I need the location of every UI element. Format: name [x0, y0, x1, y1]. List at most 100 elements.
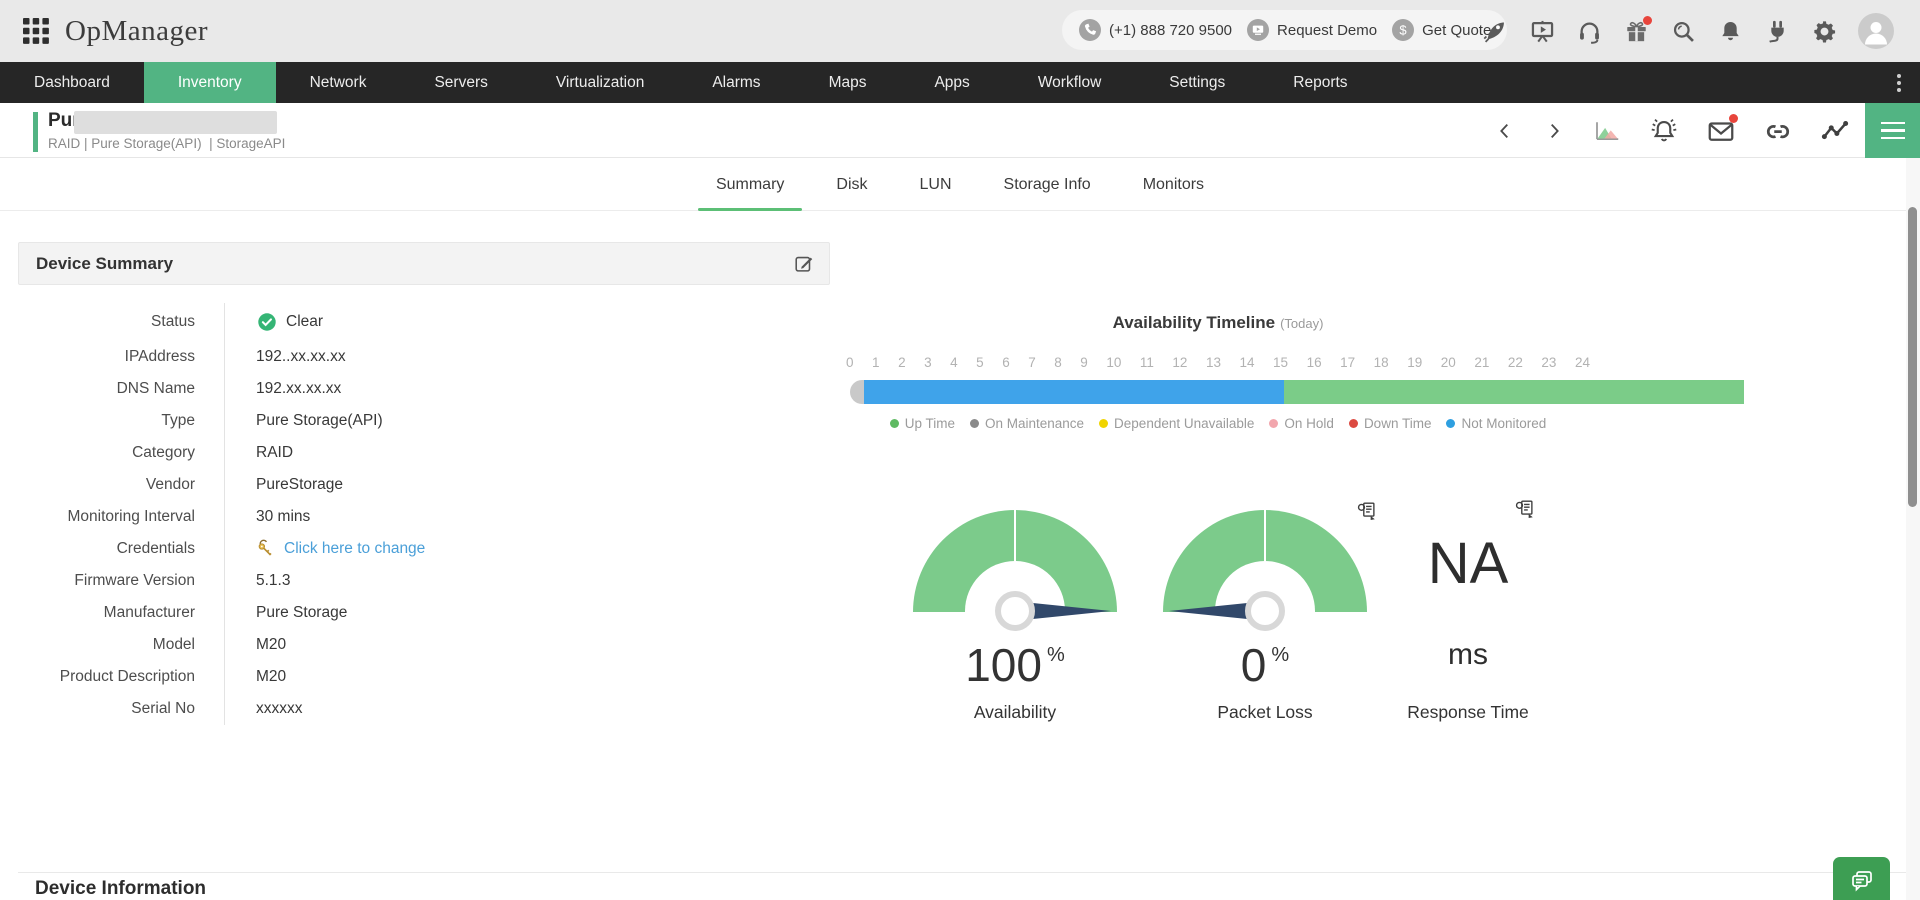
tabs-row: Summary Disk LUN Storage Info Monitors [0, 158, 1920, 211]
report-icon[interactable] [1514, 498, 1536, 520]
availability-label: Availability [913, 702, 1117, 723]
legend-dot [1446, 419, 1455, 428]
device-menu-button[interactable] [1865, 103, 1920, 158]
presentation-icon[interactable] [1529, 18, 1556, 45]
timeline-subtitle: (Today) [1280, 316, 1323, 331]
hour-tick: 23 [1541, 355, 1556, 370]
nav-item-network[interactable]: Network [276, 62, 401, 103]
field-value-text: 30 mins [256, 508, 310, 526]
nav-item-maps[interactable]: Maps [795, 62, 901, 103]
mail-icon[interactable] [1706, 116, 1736, 146]
link-icon[interactable] [1763, 116, 1793, 146]
topbar-icons [1482, 0, 1894, 62]
field-label: Firmware Version [18, 572, 224, 590]
get-quote-label: Get Quote [1422, 22, 1491, 39]
field-row-monitoring-interval: Monitoring Interval 30 mins [18, 501, 830, 533]
device-accent-bar [33, 112, 38, 152]
legend-dot [970, 419, 979, 428]
chat-button[interactable] [1833, 857, 1890, 900]
topbar: OpManager (+1) 888 720 9500 Request Demo… [0, 0, 1920, 62]
gift-icon[interactable] [1623, 18, 1650, 45]
user-avatar[interactable] [1858, 13, 1894, 49]
chevron-right-icon[interactable] [1543, 120, 1565, 142]
hour-tick: 6 [1002, 355, 1010, 370]
scrollbar-thumb[interactable] [1908, 207, 1917, 507]
request-demo-link[interactable]: Request Demo [1246, 18, 1377, 42]
edit-icon[interactable] [793, 253, 815, 275]
field-label: Serial No [18, 700, 224, 718]
response-time-value: NA [1366, 530, 1570, 597]
response-time-unit: ms [1366, 638, 1570, 672]
status-badge: Clear [286, 313, 323, 331]
legend-item: Down Time [1349, 416, 1432, 431]
field-value: M20 [224, 661, 830, 693]
nav-item-virtualization[interactable]: Virtualization [522, 62, 678, 103]
performance-chart-icon[interactable] [1592, 116, 1622, 146]
hour-tick: 4 [950, 355, 958, 370]
field-value-text: 5.1.3 [256, 572, 290, 590]
nav-item-alarms[interactable]: Alarms [678, 62, 794, 103]
nav-overflow-menu-icon[interactable] [1890, 62, 1908, 103]
redacted-device-name [74, 111, 277, 134]
field-row-dns-name: DNS Name 192.xx.xx.xx [18, 373, 830, 405]
tab-storage-info[interactable]: Storage Info [1000, 158, 1095, 211]
gauge-tick [1014, 510, 1016, 561]
field-row-model: Model M20 [18, 629, 830, 661]
field-value: 5.1.3 [224, 565, 830, 597]
nav-item-settings[interactable]: Settings [1135, 62, 1259, 103]
availability-timeline-title: Availability Timeline(Today) [846, 313, 1590, 333]
get-quote-link[interactable]: $ Get Quote [1391, 18, 1491, 42]
report-icon[interactable] [1356, 500, 1378, 522]
field-value: 192..xx.xx.xx [224, 341, 830, 373]
tab-lun[interactable]: LUN [916, 158, 956, 211]
nav-item-inventory[interactable]: Inventory [144, 62, 276, 103]
alarm-bell-icon[interactable] [1649, 116, 1679, 146]
contact-pill: (+1) 888 720 9500 Request Demo $ Get Quo… [1062, 10, 1507, 50]
tab-summary[interactable]: Summary [712, 158, 788, 211]
bell-icon[interactable] [1717, 18, 1744, 45]
gauge-unit: % [1047, 644, 1065, 666]
gear-icon[interactable] [1811, 18, 1838, 45]
field-label: Status [18, 313, 224, 331]
packet-loss-label: Packet Loss [1163, 702, 1367, 723]
availability-timeline-bar[interactable] [850, 380, 1744, 404]
field-value-text: 192..xx.xx.xx [256, 348, 346, 366]
nav-item-workflow[interactable]: Workflow [1004, 62, 1135, 103]
field-label: Credentials [18, 540, 224, 558]
phone-link[interactable]: (+1) 888 720 9500 [1078, 18, 1232, 42]
nav-item-reports[interactable]: Reports [1259, 62, 1381, 103]
credentials-change-link[interactable]: Click here to change [284, 540, 425, 558]
legend-label: On Maintenance [985, 416, 1084, 431]
hour-tick: 8 [1054, 355, 1062, 370]
nav-item-dashboard[interactable]: Dashboard [0, 62, 144, 103]
app-logo: OpManager [65, 15, 208, 48]
field-label: Model [18, 636, 224, 654]
hour-tick: 5 [976, 355, 984, 370]
hour-tick: 24 [1575, 355, 1590, 370]
apps-grid-icon[interactable] [22, 17, 50, 45]
legend-dot [1349, 419, 1358, 428]
tab-monitors[interactable]: Monitors [1139, 158, 1208, 211]
trend-icon[interactable] [1820, 116, 1850, 146]
field-value: RAID [224, 437, 830, 469]
legend-item: On Hold [1269, 416, 1334, 431]
field-row-firmware-version: Firmware Version 5.1.3 [18, 565, 830, 597]
chevron-left-icon[interactable] [1494, 120, 1516, 142]
legend-label: Not Monitored [1461, 416, 1546, 431]
field-label: IPAddress [18, 348, 224, 366]
nav-item-servers[interactable]: Servers [400, 62, 521, 103]
field-row-product-description: Product Description M20 [18, 661, 830, 693]
rocket-icon[interactable] [1482, 18, 1509, 45]
phone-number: (+1) 888 720 9500 [1109, 22, 1232, 39]
plug-icon[interactable] [1764, 18, 1791, 45]
field-label: Category [18, 444, 224, 462]
field-value-text: xxxxxx [256, 700, 303, 718]
nav-item-apps[interactable]: Apps [900, 62, 1003, 103]
field-value-text: RAID [256, 444, 293, 462]
tabs: Summary Disk LUN Storage Info Monitors [620, 158, 1300, 211]
tab-disk[interactable]: Disk [832, 158, 871, 211]
field-label: Monitoring Interval [18, 508, 224, 526]
search-icon[interactable] [1670, 18, 1697, 45]
request-demo-label: Request Demo [1277, 22, 1377, 39]
headset-icon[interactable] [1576, 18, 1603, 45]
